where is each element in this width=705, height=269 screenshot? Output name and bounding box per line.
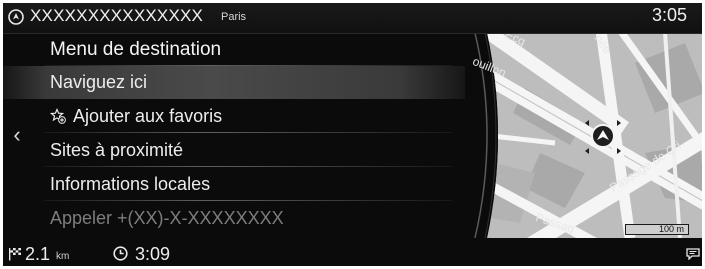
local-info-item[interactable]: Informations locales	[0, 168, 470, 201]
add-to-favorites-item[interactable]: Ajouter aux favoris	[0, 100, 470, 133]
navigation-screen: XXXXXXXXXXXXXXX Paris 3:05 ‹ Menu de des…	[0, 0, 705, 269]
map-scale-label: 100 m	[658, 224, 684, 234]
navigate-here-label: Naviguez ici	[50, 72, 148, 92]
call-item: Appeler +(XX)-X-XXXXXXXX	[0, 202, 470, 235]
clock: 3:05	[651, 5, 687, 25]
arrival-time: 3:09	[135, 244, 171, 264]
destination-name: XXXXXXXXXXXXXXX	[30, 6, 204, 25]
destination-city: Paris	[221, 11, 247, 23]
footer-bar: 2.1 km 3:09	[0, 238, 705, 269]
checkered-flag-icon	[9, 248, 21, 261]
local-info-label: Informations locales	[50, 174, 211, 194]
clock-icon	[113, 246, 128, 261]
destination-menu: Menu de destination Naviguez ici Ajouter…	[0, 33, 480, 238]
star-add-icon	[50, 108, 66, 124]
row-separator	[44, 166, 452, 167]
menu-title-text: Menu de destination	[50, 39, 222, 60]
nearby-sites-item[interactable]: Sites à proximité	[0, 134, 470, 167]
nearby-sites-label: Sites à proximité	[50, 140, 184, 160]
row-separator	[44, 200, 452, 201]
header-bar: XXXXXXXXXXXXXXX Paris 3:05	[0, 0, 705, 34]
map-preview[interactable]: Ecq ouillon née Passage de Cri Passag 10…	[465, 33, 705, 238]
navigate-here-item[interactable]: Naviguez ici	[0, 66, 470, 99]
map-scale-bar: 100 m	[625, 224, 689, 235]
distance-unit: km	[56, 251, 70, 262]
menu-title: Menu de destination	[0, 33, 470, 66]
row-separator	[44, 132, 452, 133]
add-to-favorites-label: Ajouter aux favoris	[73, 106, 223, 126]
location-circle-icon	[8, 9, 24, 25]
call-label: Appeler +(XX)-X-XXXXXXXX	[50, 208, 284, 228]
distance-remaining: 2.1	[25, 244, 51, 264]
message-icon[interactable]	[686, 248, 700, 260]
